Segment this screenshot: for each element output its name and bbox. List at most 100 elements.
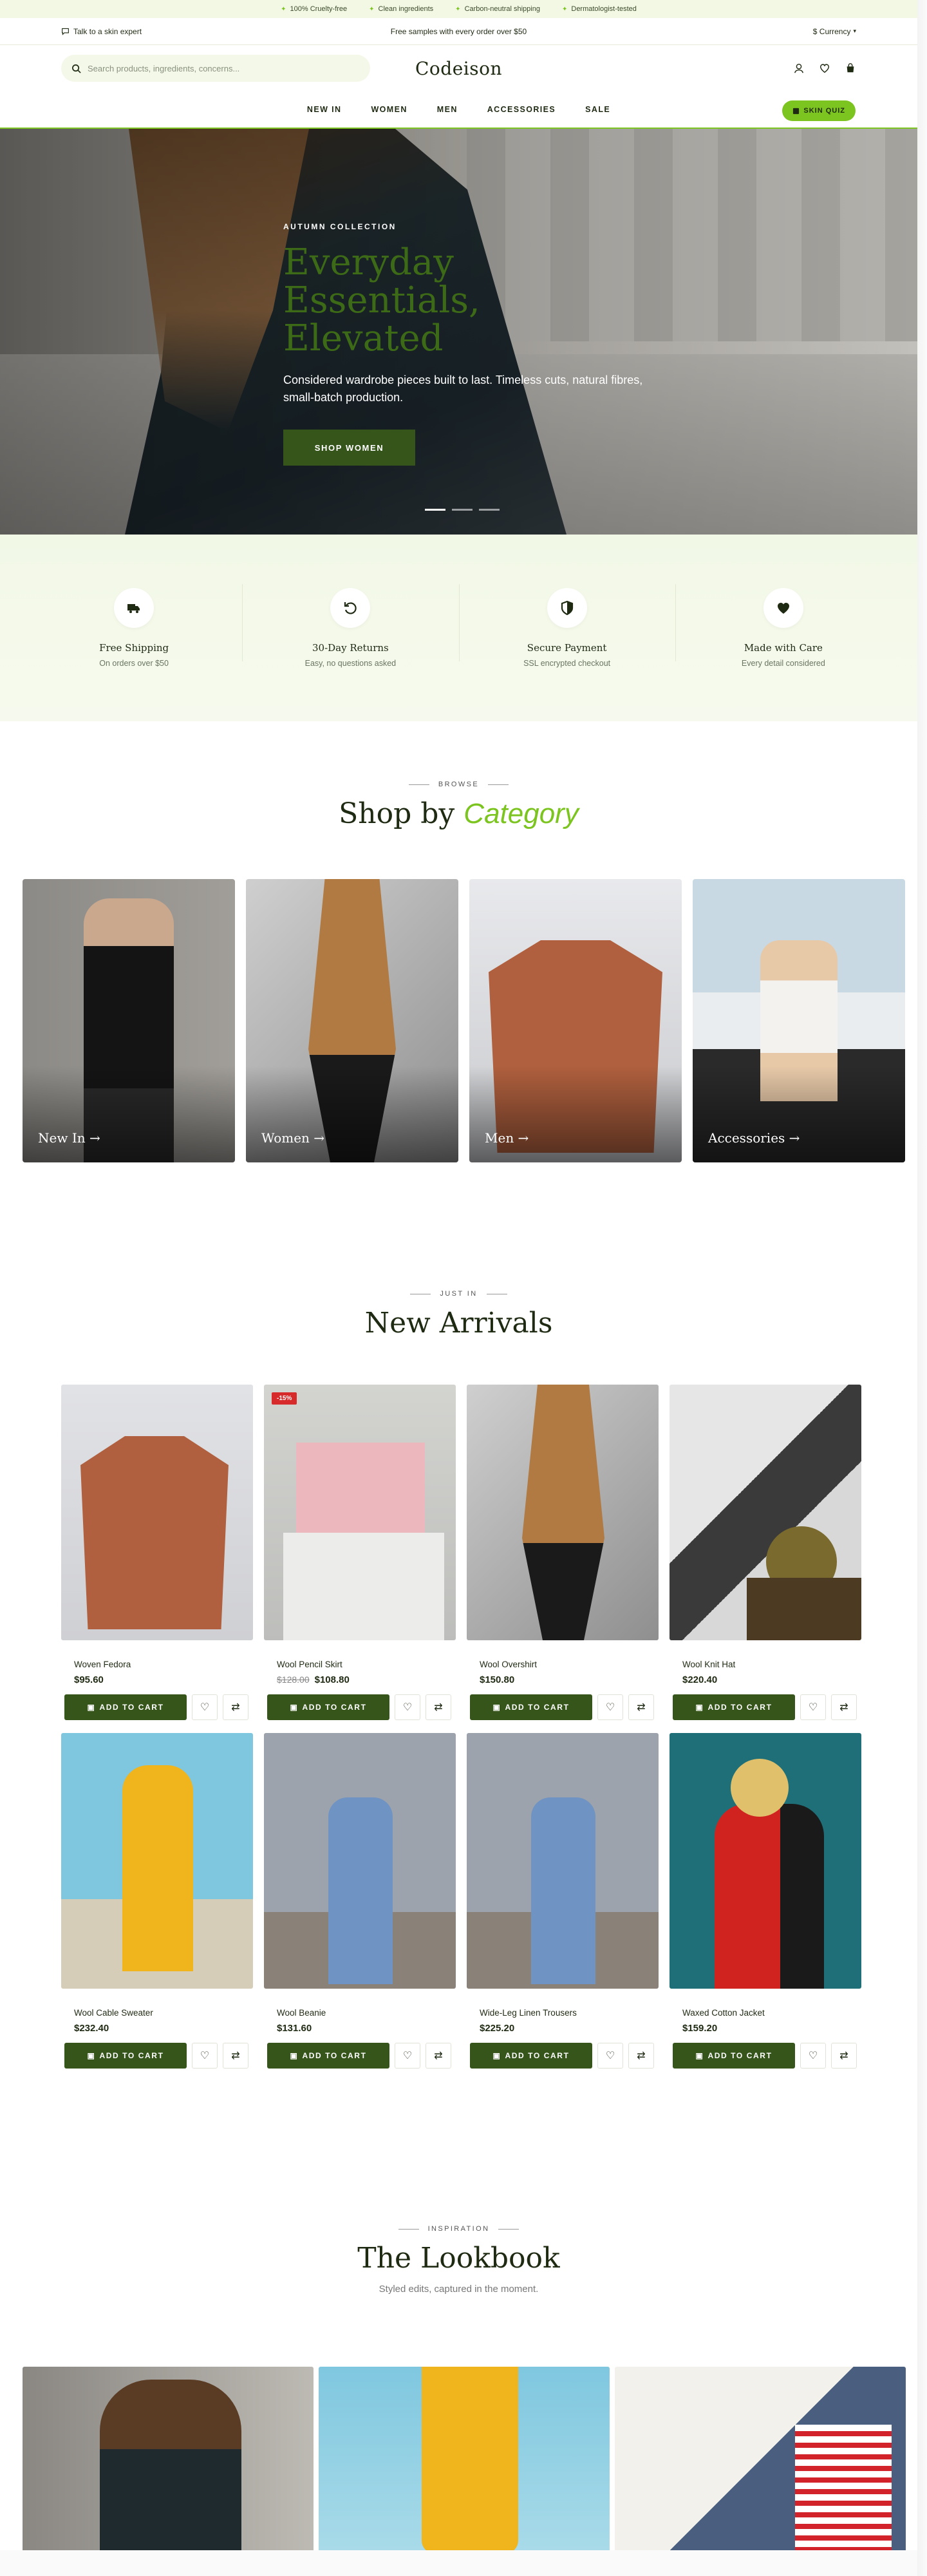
product-name[interactable]: Wool Beanie bbox=[277, 2008, 456, 2018]
wishlist-button[interactable]: ♡ bbox=[192, 1694, 218, 1720]
product-name[interactable]: Wool Cable Sweater bbox=[74, 2008, 253, 2018]
carousel-dots bbox=[425, 509, 500, 511]
add-to-cart-button[interactable]: ▣ ADD TO CART bbox=[64, 1694, 187, 1720]
category-card-men[interactable]: Men → bbox=[469, 879, 682, 1162]
add-to-cart-button[interactable]: ▣ ADD TO CART bbox=[673, 1694, 795, 1720]
feature-subtitle: On orders over $50 bbox=[99, 659, 169, 668]
add-to-cart-button[interactable]: ▣ ADD TO CART bbox=[470, 1694, 592, 1720]
nav-item-new-in[interactable]: NEW IN bbox=[307, 105, 342, 114]
category-card-new-in[interactable]: New In → bbox=[23, 879, 235, 1162]
add-to-cart-button[interactable]: ▣ ADD TO CART bbox=[470, 2043, 592, 2069]
arrivals-title: New Arrivals bbox=[364, 1307, 553, 1340]
compare-icon: ⇄ bbox=[231, 2050, 240, 2061]
site-logo[interactable]: Codeison bbox=[415, 58, 502, 79]
compare-button[interactable]: ⇄ bbox=[426, 2043, 451, 2069]
bag-icon: ▣ bbox=[290, 2051, 299, 2060]
lookbook-grid bbox=[23, 2367, 906, 2550]
skin-quiz-button[interactable]: SKIN QUIZ bbox=[782, 100, 856, 121]
product-card[interactable]: Wool Cable Sweater $232.40 ▣ ADD TO CART … bbox=[61, 1733, 253, 2069]
price-current: $159.20 bbox=[682, 2023, 718, 2034]
currency-selector[interactable]: $ Currency ▾ bbox=[813, 27, 856, 36]
compare-button[interactable]: ⇄ bbox=[628, 1694, 654, 1720]
feature-title: Made with Care bbox=[744, 642, 823, 654]
compare-button[interactable]: ⇄ bbox=[223, 2043, 248, 2069]
product-card[interactable]: Wool Knit Hat $220.40 ▣ ADD TO CART ♡ ⇄ bbox=[670, 1385, 861, 1720]
product-image[interactable] bbox=[670, 1385, 861, 1640]
announcement-item: ✦ Clean ingredients bbox=[369, 5, 434, 13]
category-label: Accessories → bbox=[708, 1130, 800, 1146]
category-grid: New In → Women → Men → Accessories → bbox=[23, 879, 905, 1162]
product-name[interactable]: Waxed Cotton Jacket bbox=[682, 2008, 861, 2018]
product-name[interactable]: Wool Knit Hat bbox=[682, 1660, 861, 1669]
add-to-cart-button[interactable]: ▣ ADD TO CART bbox=[64, 2043, 187, 2069]
account-icon[interactable] bbox=[793, 62, 805, 74]
product-card[interactable]: Wool Overshirt $150.80 ▣ ADD TO CART ♡ ⇄ bbox=[467, 1385, 659, 1720]
product-image[interactable] bbox=[264, 1733, 456, 1989]
feature-title: 30-Day Returns bbox=[312, 642, 389, 654]
product-name[interactable]: Wool Pencil Skirt bbox=[277, 1660, 456, 1669]
nav-item-women[interactable]: WOMEN bbox=[371, 105, 407, 114]
carousel-dot[interactable] bbox=[479, 509, 500, 511]
product-name[interactable]: Wool Overshirt bbox=[480, 1660, 659, 1669]
cart-icon[interactable] bbox=[845, 62, 856, 74]
product-name[interactable]: Woven Fedora bbox=[74, 1660, 253, 1669]
search-bar[interactable] bbox=[61, 55, 370, 82]
product-image[interactable] bbox=[61, 1733, 253, 1989]
wishlist-button[interactable]: ♡ bbox=[192, 2043, 218, 2069]
product-name[interactable]: Wide-Leg Linen Trousers bbox=[480, 2008, 659, 2018]
heart-icon: ♡ bbox=[200, 1702, 210, 1713]
compare-button[interactable]: ⇄ bbox=[831, 1694, 857, 1720]
nav-item-sale[interactable]: SALE bbox=[585, 105, 610, 114]
product-card[interactable]: Wool Beanie $131.60 ▣ ADD TO CART ♡ ⇄ bbox=[264, 1733, 456, 2069]
product-card[interactable]: Waxed Cotton Jacket $159.20 ▣ ADD TO CART… bbox=[670, 1733, 861, 2069]
category-card-women[interactable]: Women → bbox=[246, 879, 458, 1162]
nav-item-accessories[interactable]: ACCESSORIES bbox=[487, 105, 556, 114]
add-to-cart-button[interactable]: ▣ ADD TO CART bbox=[267, 2043, 389, 2069]
wishlist-button[interactable]: ♡ bbox=[395, 1694, 420, 1720]
wishlist-button[interactable]: ♡ bbox=[800, 1694, 826, 1720]
carousel-dot[interactable] bbox=[452, 509, 473, 511]
wishlist-button[interactable]: ♡ bbox=[597, 1694, 623, 1720]
product-card[interactable]: Woven Fedora $95.60 ▣ ADD TO CART ♡ ⇄ bbox=[61, 1385, 253, 1720]
category-card-accessories[interactable]: Accessories → bbox=[693, 879, 905, 1162]
shop-women-button[interactable]: SHOP WOMEN bbox=[283, 430, 415, 466]
compare-button[interactable]: ⇄ bbox=[831, 2043, 857, 2069]
category-label: Men → bbox=[485, 1130, 529, 1146]
quiz-icon bbox=[793, 108, 800, 114]
product-card[interactable]: Wide-Leg Linen Trousers $225.20 ▣ ADD TO … bbox=[467, 1733, 659, 2069]
nav-item-men[interactable]: MEN bbox=[437, 105, 458, 114]
product-image[interactable] bbox=[467, 1385, 659, 1640]
skin-quiz-label: SKIN QUIZ bbox=[803, 107, 845, 115]
feature-title: Free Shipping bbox=[99, 642, 169, 654]
scrollbar-track[interactable] bbox=[917, 0, 927, 2576]
add-to-cart-button[interactable]: ▣ ADD TO CART bbox=[673, 2043, 795, 2069]
features-strip: Free Shipping On orders over $50 30-Day … bbox=[0, 535, 917, 721]
product-image[interactable]: -15% bbox=[264, 1385, 456, 1640]
lookbook-image[interactable] bbox=[23, 2367, 314, 2550]
skin-expert-link[interactable]: Talk to a skin expert bbox=[61, 27, 142, 36]
compare-button[interactable]: ⇄ bbox=[223, 1694, 248, 1720]
product-image[interactable] bbox=[670, 1733, 861, 1989]
price-current: $108.80 bbox=[314, 1674, 350, 1685]
product-image[interactable] bbox=[467, 1733, 659, 1989]
compare-icon: ⇄ bbox=[231, 1702, 240, 1713]
compare-button[interactable]: ⇄ bbox=[628, 2043, 654, 2069]
arrivals-heading: JUST IN New Arrivals bbox=[0, 1290, 917, 1340]
wishlist-icon[interactable] bbox=[819, 62, 830, 74]
lookbook-image[interactable] bbox=[319, 2367, 610, 2550]
add-to-cart-button[interactable]: ▣ ADD TO CART bbox=[267, 1694, 389, 1720]
compare-button[interactable]: ⇄ bbox=[426, 1694, 451, 1720]
product-card[interactable]: -15% Wool Pencil Skirt $128.00 $108.80 ▣ A… bbox=[264, 1385, 456, 1720]
bag-icon: ▣ bbox=[492, 2051, 501, 2060]
chat-icon bbox=[62, 28, 69, 35]
feature-item: Secure Payment SSL encrypted checkout bbox=[458, 584, 675, 668]
wishlist-button[interactable]: ♡ bbox=[597, 2043, 623, 2069]
wishlist-button[interactable]: ♡ bbox=[395, 2043, 420, 2069]
wishlist-button[interactable]: ♡ bbox=[800, 2043, 826, 2069]
search-input[interactable] bbox=[88, 63, 360, 73]
product-image[interactable] bbox=[61, 1385, 253, 1640]
feature-subtitle: Every detail considered bbox=[741, 659, 825, 668]
carousel-dot[interactable] bbox=[425, 509, 445, 511]
feature-title: Secure Payment bbox=[527, 642, 607, 654]
lookbook-image[interactable] bbox=[615, 2367, 906, 2550]
